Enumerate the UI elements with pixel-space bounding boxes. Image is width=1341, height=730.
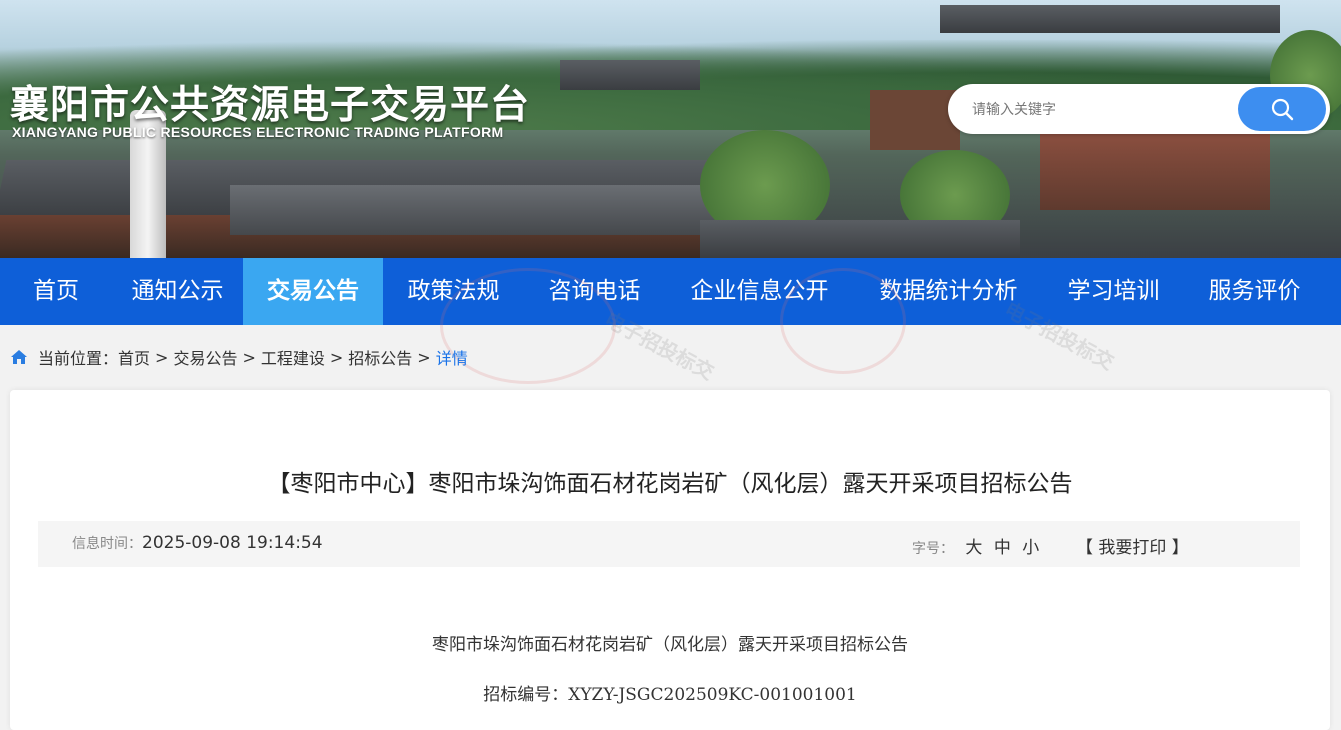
article-body-heading: 枣阳市垛沟饰面石材花岗岩矿（风化层）露天开采项目招标公告 <box>432 635 908 655</box>
publish-time-label: 信息时间： <box>72 536 142 552</box>
font-size-small-button[interactable]: 小 <box>1022 538 1039 558</box>
nav-item-home[interactable]: 首页 <box>0 258 112 325</box>
breadcrumb-prefix: 当前位置： <box>38 349 119 368</box>
breadcrumb-trade-announcements[interactable]: 交易公告 <box>173 345 237 369</box>
site-subtitle: XIANGYANG PUBLIC RESOURCES ELECTRONIC TR… <box>12 124 504 140</box>
search-icon <box>1271 98 1294 121</box>
site-title: 襄阳市公共资源电子交易平台 <box>10 84 531 127</box>
nav-item-trade-announcements[interactable]: 交易公告 <box>243 258 383 325</box>
breadcrumb-tender-notice[interactable]: 招标公告 <box>348 345 412 369</box>
banner-building <box>870 90 960 150</box>
main-nav: 首页 通知公示 交易公告 政策法规 咨询电话 企业信息公开 数据统计分析 学习培… <box>0 258 1341 325</box>
breadcrumb-home[interactable]: 首页 <box>118 345 150 369</box>
banner-roof <box>940 5 1280 33</box>
nav-item-training[interactable]: 学习培训 <box>1043 258 1184 325</box>
banner-roof <box>700 220 1020 258</box>
article-meta-bar: 信息时间：2025-09-08 19:14:54 字号： 大 中 小 【 我要打… <box>38 521 1300 567</box>
watermark-stamp <box>780 268 906 374</box>
breadcrumb-separator: > <box>329 347 344 367</box>
article-card: 【枣阳市中心】枣阳市垛沟饰面石材花岗岩矿（风化层）露天开采项目招标公告 信息时间… <box>10 390 1330 730</box>
font-size-large-button[interactable]: 大 <box>965 538 982 558</box>
font-size-switcher: 字号： 大 中 小 <box>912 533 1039 558</box>
article-title: 【枣阳市中心】枣阳市垛沟饰面石材花岗岩矿（风化层）露天开采项目招标公告 <box>267 471 1073 497</box>
print-button[interactable]: 【 我要打印 】 <box>1076 533 1189 558</box>
font-size-label: 字号： <box>912 541 954 557</box>
search-button[interactable] <box>1238 87 1326 131</box>
home-icon <box>11 350 27 364</box>
breadcrumb: 当前位置： 首页 > 交易公告 > 工程建设 > 招标公告 > 详情 <box>10 344 468 370</box>
breadcrumb-construction[interactable]: 工程建设 <box>261 345 325 369</box>
publish-time: 信息时间：2025-09-08 19:14:54 <box>72 533 323 553</box>
breadcrumb-current: 详情 <box>435 349 468 368</box>
banner-roof <box>560 60 700 90</box>
search-input[interactable] <box>970 97 1234 123</box>
breadcrumb-separator: > <box>155 347 169 367</box>
banner-building <box>1040 130 1270 210</box>
nav-item-service-rating[interactable]: 服务评价 <box>1184 258 1325 325</box>
breadcrumb-separator: > <box>417 347 431 367</box>
breadcrumb-separator: > <box>242 347 256 367</box>
nav-item-notices[interactable]: 通知公示 <box>112 258 243 325</box>
header-banner: 襄阳市公共资源电子交易平台 XIANGYANG PUBLIC RESOURCES… <box>0 0 1341 258</box>
search-box <box>948 84 1330 134</box>
font-size-medium-button[interactable]: 中 <box>994 538 1011 558</box>
article-tender-number: 招标编号：XYZY-JSGC202509KC-001001001 <box>483 685 857 705</box>
banner-roof <box>230 185 750 235</box>
publish-time-value: 2025-09-08 19:14:54 <box>142 533 323 553</box>
